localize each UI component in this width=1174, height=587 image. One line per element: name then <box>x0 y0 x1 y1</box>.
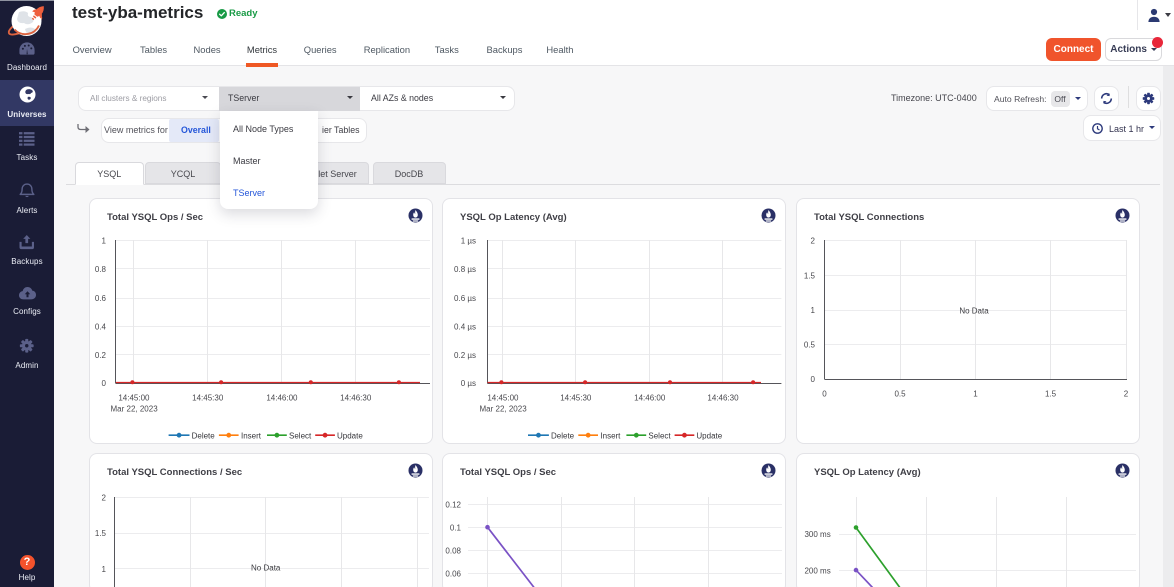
svg-text:0.2 µs: 0.2 µs <box>454 351 476 360</box>
svg-text:1: 1 <box>102 564 107 573</box>
svg-text:Delete: Delete <box>551 431 575 440</box>
svg-text:Mar 22, 2023: Mar 22, 2023 <box>111 404 159 413</box>
svg-text:Insert: Insert <box>241 431 262 440</box>
svg-text:0.8: 0.8 <box>95 265 107 274</box>
svg-text:1.5: 1.5 <box>1045 389 1057 398</box>
svg-text:1.5: 1.5 <box>95 529 107 538</box>
svg-text:14:45:30: 14:45:30 <box>560 394 592 403</box>
svg-text:2: 2 <box>811 237 816 246</box>
svg-text:14:46:30: 14:46:30 <box>707 394 739 403</box>
svg-text:0.1: 0.1 <box>450 523 462 532</box>
svg-text:1 µs: 1 µs <box>461 236 476 245</box>
svg-text:Insert: Insert <box>600 431 621 440</box>
svg-text:14:46:30: 14:46:30 <box>340 394 372 403</box>
svg-text:0.2: 0.2 <box>95 351 107 360</box>
svg-text:Select: Select <box>289 431 312 440</box>
svg-text:0: 0 <box>102 379 107 388</box>
svg-text:1: 1 <box>973 389 978 398</box>
svg-text:14:45:00: 14:45:00 <box>487 394 519 403</box>
svg-text:1: 1 <box>102 236 107 245</box>
svg-text:0.12: 0.12 <box>445 500 461 509</box>
svg-text:Update: Update <box>337 431 363 440</box>
svg-text:Select: Select <box>648 431 671 440</box>
svg-text:YSQL Op Latency (Avg): YSQL Op Latency (Avg) <box>814 467 921 478</box>
svg-text:0.8 µs: 0.8 µs <box>454 265 476 274</box>
svg-text:No Data: No Data <box>251 563 281 572</box>
svg-text:Total YSQL Connections / Sec: Total YSQL Connections / Sec <box>107 467 242 478</box>
svg-text:Total YSQL Ops / Sec: Total YSQL Ops / Sec <box>460 467 556 478</box>
svg-text:14:46:00: 14:46:00 <box>266 394 298 403</box>
svg-text:0: 0 <box>811 375 816 384</box>
svg-text:2: 2 <box>102 493 107 502</box>
svg-text:Total YSQL Ops / Sec: Total YSQL Ops / Sec <box>107 212 203 223</box>
svg-text:0.4: 0.4 <box>95 322 107 331</box>
svg-text:0.06: 0.06 <box>445 569 461 578</box>
svg-text:Total YSQL Connections: Total YSQL Connections <box>814 212 924 223</box>
svg-text:2: 2 <box>1124 389 1129 398</box>
svg-text:0.08: 0.08 <box>445 546 461 555</box>
svg-text:0.5: 0.5 <box>804 341 816 350</box>
svg-text:Delete: Delete <box>192 431 216 440</box>
svg-text:Mar 22, 2023: Mar 22, 2023 <box>480 404 528 413</box>
svg-text:300 ms: 300 ms <box>804 530 830 539</box>
svg-text:1: 1 <box>811 306 816 315</box>
svg-text:0 µs: 0 µs <box>461 379 476 388</box>
svg-text:0.4 µs: 0.4 µs <box>454 322 476 331</box>
svg-text:0.6: 0.6 <box>95 294 107 303</box>
svg-text:14:46:00: 14:46:00 <box>634 394 666 403</box>
svg-text:14:45:00: 14:45:00 <box>118 394 150 403</box>
svg-text:0.5: 0.5 <box>894 389 906 398</box>
svg-text:YSQL Op Latency (Avg): YSQL Op Latency (Avg) <box>460 212 567 223</box>
svg-text:0: 0 <box>822 389 827 398</box>
svg-text:14:45:30: 14:45:30 <box>192 394 224 403</box>
svg-text:200 ms: 200 ms <box>804 566 830 575</box>
svg-text:1.5: 1.5 <box>804 271 816 280</box>
svg-text:0.6 µs: 0.6 µs <box>454 294 476 303</box>
svg-text:Update: Update <box>696 431 722 440</box>
svg-text:No Data: No Data <box>959 307 989 316</box>
